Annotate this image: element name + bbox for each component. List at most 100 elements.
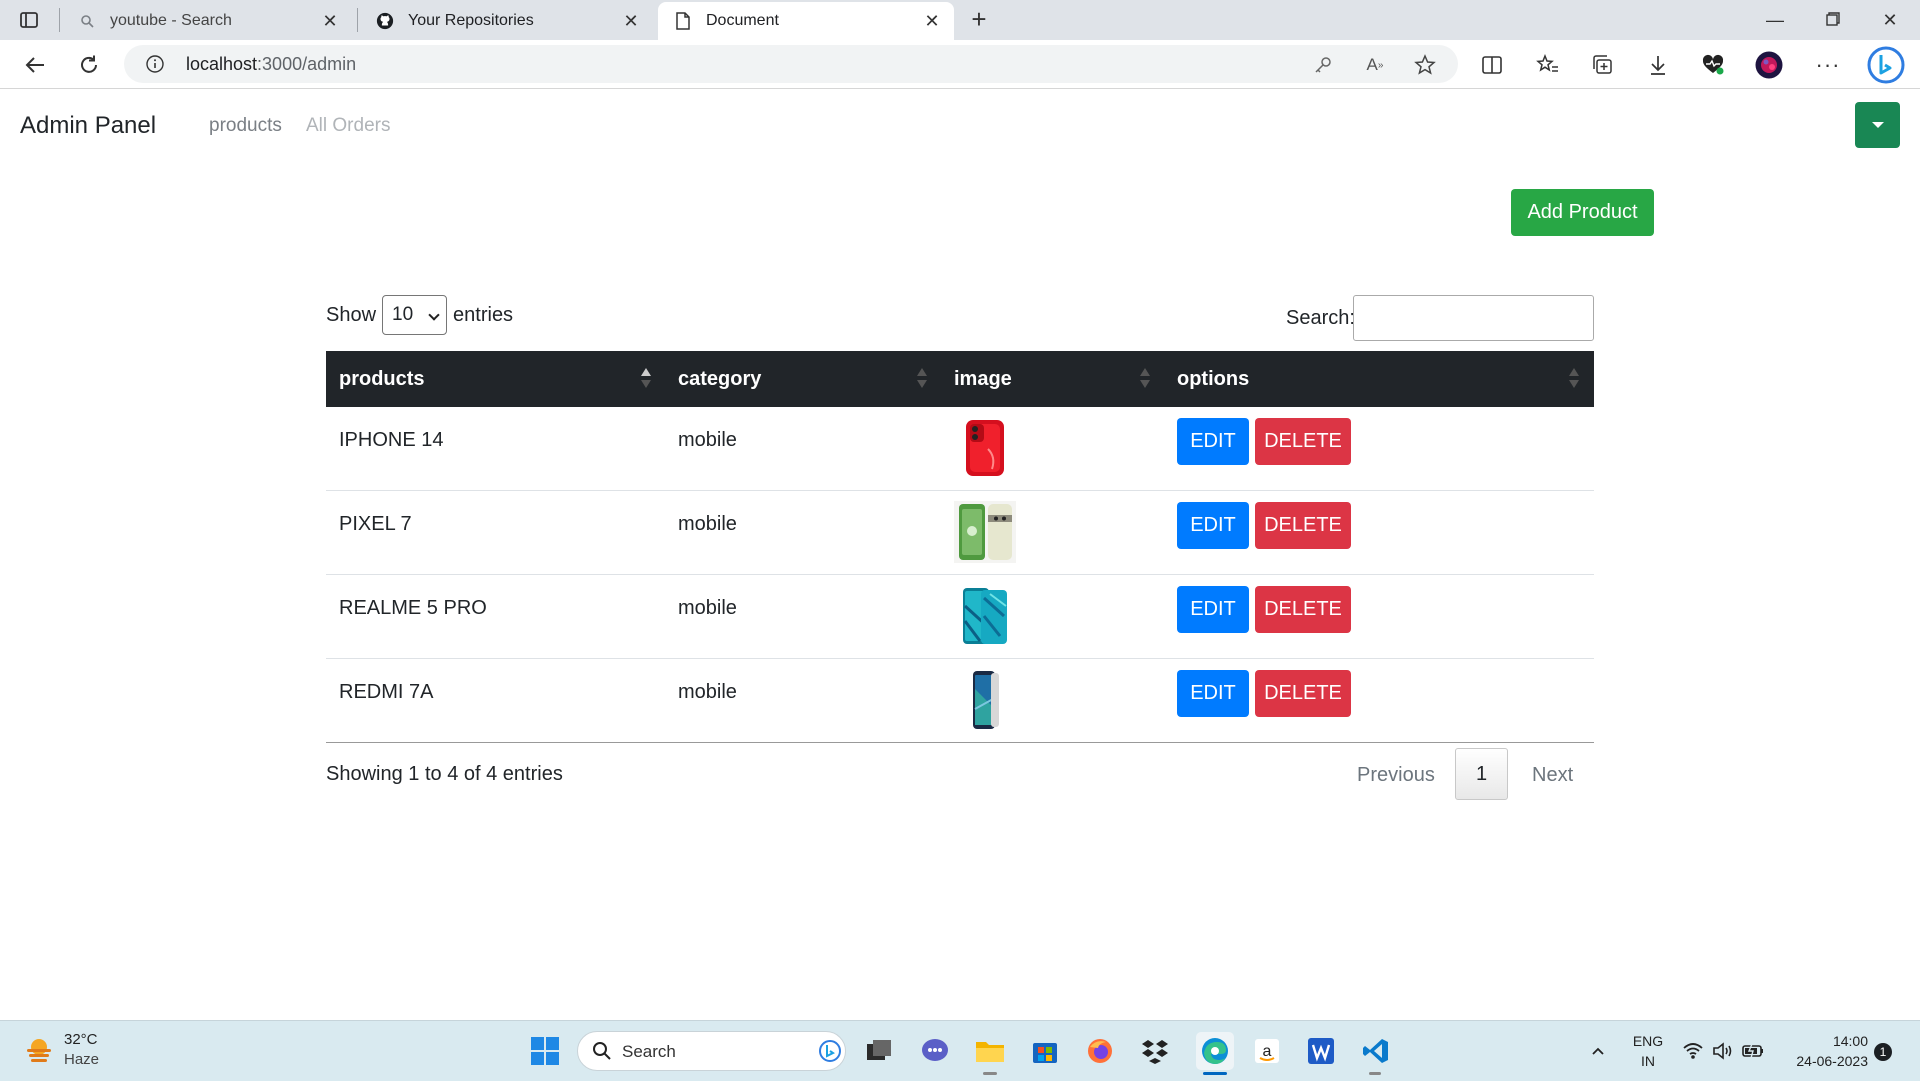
sort-icon[interactable] [1140, 368, 1150, 390]
entries-label: entries [453, 303, 514, 326]
url-field[interactable]: localhost:3000/admin A» [124, 45, 1458, 83]
more-options-icon[interactable]: ··· [1814, 51, 1842, 79]
search-input[interactable] [1353, 295, 1594, 341]
taskbar-search-box[interactable]: Search [577, 1031, 846, 1071]
weather-description: Haze [64, 1051, 100, 1068]
product-category: mobile [678, 597, 737, 619]
firefox-icon[interactable] [1085, 1036, 1115, 1066]
notification-badge[interactable]: 1 [1874, 1043, 1892, 1061]
restore-icon[interactable] [1821, 8, 1845, 32]
close-icon[interactable]: ✕ [922, 11, 942, 31]
edge-browser-icon[interactable] [1196, 1032, 1234, 1070]
brand-title[interactable]: Admin Panel [20, 112, 156, 140]
read-aloud-icon[interactable]: A» [1364, 54, 1386, 76]
download-icon[interactable] [1644, 51, 1672, 79]
delete-button[interactable]: DELETE [1255, 418, 1351, 465]
dropbox-icon[interactable] [1140, 1036, 1170, 1066]
column-header-options[interactable]: options [1177, 351, 1249, 407]
microsoft-store-icon[interactable] [1030, 1036, 1060, 1066]
product-name: REDMI 7A [339, 681, 434, 703]
tab-document[interactable]: Document ✕ [658, 2, 954, 40]
table-info: Showing 1 to 4 of 4 entries [326, 763, 563, 785]
delete-button[interactable]: DELETE [1255, 586, 1351, 633]
delete-button[interactable]: DELETE [1255, 670, 1351, 717]
dropdown-toggle-button[interactable] [1855, 102, 1900, 148]
svg-text:a: a [1263, 1043, 1272, 1060]
show-label: Show [326, 303, 377, 326]
tab-actions-icon[interactable] [18, 9, 40, 31]
product-category: mobile [678, 513, 737, 535]
product-name: PIXEL 7 [339, 513, 412, 535]
language-top[interactable]: ENG [1628, 1033, 1668, 1049]
password-key-icon[interactable] [1312, 54, 1334, 76]
entries-select[interactable]: 10 [382, 295, 448, 335]
vscode-icon[interactable] [1361, 1036, 1391, 1066]
pagination-previous[interactable]: Previous [1357, 764, 1435, 787]
minimize-icon[interactable]: — [1763, 8, 1787, 32]
volume-icon[interactable] [1708, 1036, 1738, 1066]
nav-link-products[interactable]: products [209, 115, 282, 137]
table-row: PIXEL 7 mobile EDIT DELETE [326, 491, 1594, 575]
collections-icon[interactable] [1589, 51, 1617, 79]
favorites-icon[interactable] [1534, 51, 1562, 79]
teams-chat-icon[interactable] [920, 1036, 950, 1066]
address-bar: localhost:3000/admin A» ··· [0, 40, 1920, 89]
windows-start-icon[interactable] [530, 1036, 560, 1066]
pagination-page-1[interactable]: 1 [1455, 748, 1508, 800]
tab-youtube-search[interactable]: youtube - Search ✕ [62, 2, 352, 40]
chevron-up-icon[interactable] [1583, 1036, 1613, 1066]
site-info-icon[interactable] [146, 55, 164, 73]
search-label: Search: [1286, 307, 1355, 329]
edit-button[interactable]: EDIT [1177, 502, 1249, 549]
table-row: IPHONE 14 mobile EDIT DELETE [326, 407, 1594, 491]
nav-link-all-orders[interactable]: All Orders [306, 115, 390, 137]
profile-avatar[interactable] [1755, 51, 1783, 79]
amazon-icon[interactable]: a [1252, 1036, 1282, 1066]
product-name: IPHONE 14 [339, 429, 444, 451]
tab-your-repositories[interactable]: Your Repositories ✕ [360, 2, 653, 40]
close-window-icon[interactable]: ✕ [1878, 8, 1902, 32]
close-icon[interactable]: ✕ [621, 11, 641, 31]
tab-separator [357, 8, 358, 32]
tab-title: Your Repositories [408, 12, 534, 29]
tab-title: youtube - Search [110, 12, 232, 29]
product-image [954, 585, 1016, 647]
clock-date[interactable]: 24-06-2023 [1772, 1053, 1868, 1069]
search-icon [78, 12, 96, 30]
edit-button[interactable]: EDIT [1177, 670, 1249, 717]
sort-icon[interactable] [641, 368, 651, 390]
browser-essentials-icon[interactable] [1699, 51, 1727, 79]
battery-icon[interactable] [1738, 1036, 1768, 1066]
file-explorer-icon[interactable] [975, 1036, 1005, 1066]
close-icon[interactable]: ✕ [320, 11, 340, 31]
active-app-indicator [1203, 1072, 1227, 1075]
split-screen-icon[interactable] [1478, 51, 1506, 79]
edit-button[interactable]: EDIT [1177, 418, 1249, 465]
column-header-category[interactable]: category [678, 351, 761, 407]
wps-writer-icon[interactable] [1306, 1036, 1336, 1066]
favorite-star-icon[interactable] [1414, 54, 1436, 76]
sort-icon[interactable] [917, 368, 927, 390]
haze-weather-icon[interactable] [24, 1035, 54, 1065]
bing-chat-icon[interactable] [1866, 45, 1906, 85]
product-image [954, 501, 1016, 563]
edit-button[interactable]: EDIT [1177, 586, 1249, 633]
product-category: mobile [678, 681, 737, 703]
back-icon[interactable] [20, 50, 50, 80]
pagination-next[interactable]: Next [1532, 764, 1573, 787]
product-image [954, 417, 1016, 479]
language-bottom[interactable]: IN [1628, 1053, 1668, 1069]
table-header: products category image options [326, 351, 1594, 407]
add-product-button[interactable]: Add Product [1511, 189, 1654, 236]
refresh-icon[interactable] [74, 50, 104, 80]
product-category: mobile [678, 429, 737, 451]
wifi-icon[interactable] [1678, 1036, 1708, 1066]
column-header-image[interactable]: image [954, 351, 1012, 407]
delete-button[interactable]: DELETE [1255, 502, 1351, 549]
task-view-icon[interactable] [864, 1036, 894, 1066]
sort-icon[interactable] [1569, 368, 1579, 390]
taskbar-search-placeholder: Search [622, 1042, 676, 1061]
column-header-products[interactable]: products [339, 351, 425, 407]
new-tab-icon[interactable]: + [966, 6, 992, 33]
clock-time[interactable]: 14:00 [1780, 1033, 1868, 1049]
